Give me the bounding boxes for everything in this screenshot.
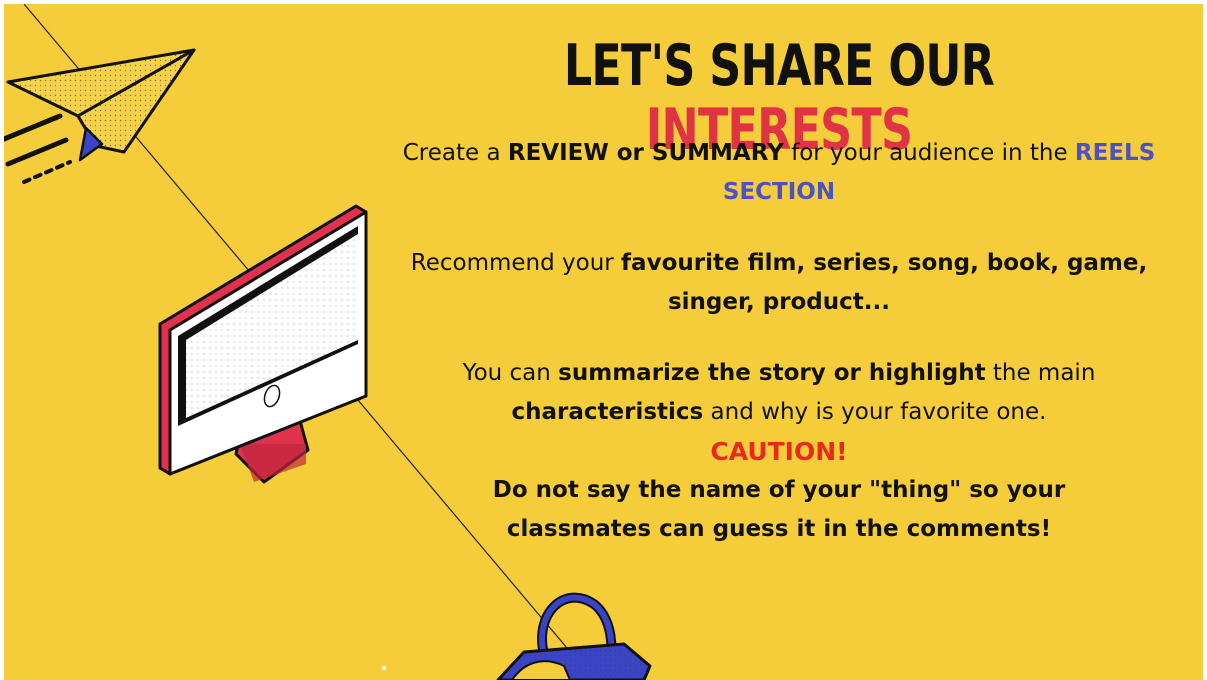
paragraph3-text3: and why is your favorite one. (703, 399, 1047, 425)
paragraph-review: Create a REVIEW or SUMMARY for your audi… (384, 134, 1174, 212)
title-part1: LET'S SHARE OUR (563, 33, 995, 99)
dot-mark (381, 665, 387, 671)
shopping-basket-icon (496, 592, 652, 680)
paragraph2-text1: Recommend your (410, 250, 622, 276)
paper-plane-icon (4, 48, 196, 184)
paragraph1-bold1: REVIEW or SUMMARY (507, 140, 784, 166)
computer-monitor-icon (158, 204, 368, 484)
paragraph1-text2: for your audience in the (783, 140, 1075, 166)
caution-line2: classmates can guess it in the comments! (506, 516, 1052, 542)
instructions: Create a REVIEW or SUMMARY for your audi… (384, 134, 1174, 549)
paragraph3-bold2: characteristics (511, 399, 704, 425)
paragraph-summarize: You can summarize the story or highlight… (384, 354, 1174, 432)
caution-label: CAUTION! (710, 437, 848, 466)
paragraph3-bold1: summarize the story or highlight (558, 360, 986, 386)
paragraph3-text2: the main (985, 360, 1096, 386)
caution-line1: Do not say the name of your "thing" so y… (492, 477, 1066, 503)
paragraph1-text1: Create a (402, 140, 508, 166)
slide: LET'S SHARE OUR INTERESTS Create a REVIE… (4, 4, 1203, 680)
paragraph-recommend: Recommend your favourite film, series, s… (384, 244, 1174, 322)
paragraph2-bold1: favourite film, series, song, book, game… (621, 250, 1148, 315)
paragraph3-text1: You can (462, 360, 559, 386)
